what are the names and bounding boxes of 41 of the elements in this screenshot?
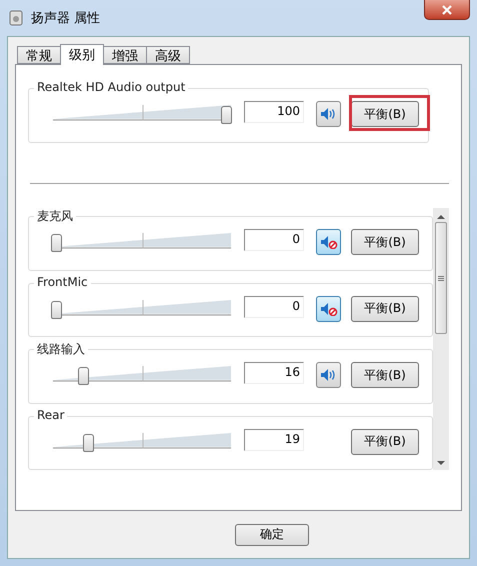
mute-button[interactable] [316,101,341,127]
close-button[interactable] [424,0,470,20]
speaker-icon [320,368,338,382]
slider-thumb[interactable] [51,234,62,252]
balance-button[interactable]: 平衡(B) [351,428,419,454]
grip-icon [438,276,444,280]
close-icon [442,4,452,14]
scrollbar[interactable] [433,208,449,470]
speaker-icon [320,107,338,121]
tab[interactable]: 高级 [146,46,190,64]
device-name: Rear [34,408,68,422]
tab[interactable]: 常规 [17,46,61,64]
tab[interactable]: 增强 [103,46,147,64]
slider-thumb[interactable] [83,434,94,452]
mute-button[interactable] [316,296,341,322]
slider-thumb[interactable] [78,367,90,385]
volume-value[interactable]: 16 [244,362,304,384]
volume-value[interactable]: 0 [244,229,304,251]
mute-button[interactable] [316,362,341,388]
ok-button[interactable]: 确定 [235,524,309,546]
window-title: 扬声器 属性 [31,10,100,27]
scroll-thumb[interactable] [435,222,447,334]
volume-value[interactable]: 100 [244,101,304,123]
device-name: 线路输入 [34,341,88,358]
balance-button[interactable]: 平衡(B) [351,362,419,388]
volume-value[interactable]: 19 [244,428,304,450]
speaker-device-icon [9,10,23,26]
tab[interactable]: 级别 [60,44,104,65]
balance-button[interactable]: 平衡(B) [351,229,419,255]
muted-speaker-icon [320,235,338,249]
muted-speaker-icon [320,302,338,316]
balance-button[interactable]: 平衡(B) [351,101,419,127]
scroll-up-icon [437,214,445,220]
volume-value[interactable]: 0 [244,296,304,318]
slider-thumb[interactable] [221,106,232,124]
slider-thumb[interactable] [51,300,62,318]
device-name: FrontMic [34,274,91,288]
balance-button[interactable]: 平衡(B) [351,296,419,322]
device-name: Realtek HD Audio output [34,80,188,94]
scroll-down-icon [437,460,445,466]
mute-button[interactable] [316,229,341,255]
